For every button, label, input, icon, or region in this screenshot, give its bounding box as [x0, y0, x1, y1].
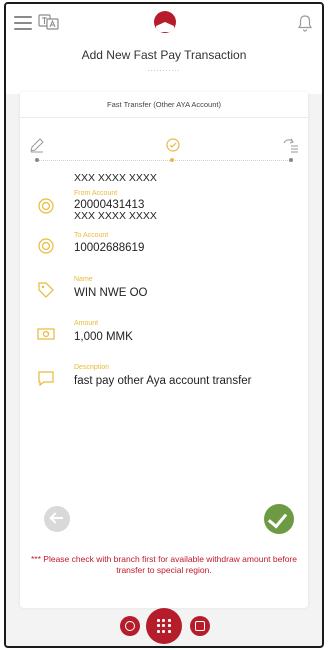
masked-account-top: XXX XXXX XXXX	[74, 172, 157, 184]
top-bar: Add New Fast Pay Transaction ...........	[6, 4, 322, 94]
masked-account-overlap: XXX XXXX XXXX	[74, 210, 157, 222]
step-dot-1	[35, 158, 39, 162]
aya-logo	[154, 11, 176, 33]
money-icon	[36, 324, 56, 344]
comment-icon	[36, 368, 56, 388]
language-icon[interactable]	[38, 13, 60, 31]
nav-left-icon	[125, 621, 135, 631]
from-account-label: From Account	[74, 190, 118, 197]
to-account-label: To Account	[74, 232, 109, 239]
nav-right-icon	[195, 621, 205, 631]
amount-value: 1,000 MMK	[74, 331, 133, 343]
send-list-icon	[282, 136, 300, 154]
menu-icon[interactable]	[14, 16, 32, 30]
check-icon[interactable]	[264, 504, 294, 534]
grid-icon	[157, 619, 171, 633]
name-label: Name	[74, 276, 93, 283]
title-underline-dots: ...........	[147, 66, 181, 73]
nav-main-menu-button[interactable]	[146, 608, 182, 644]
page-title: Add New Fast Pay Transaction	[81, 48, 247, 62]
step-dot-2	[170, 158, 174, 162]
warning-message: *** Please check with branch first for a…	[31, 554, 297, 575]
app-frame: Add New Fast Pay Transaction ...........…	[4, 2, 324, 648]
name-tag-icon	[36, 280, 56, 300]
description-label: Description	[74, 364, 110, 371]
amount-label: Amount	[74, 320, 99, 327]
to-account-icon	[36, 236, 56, 256]
bell-icon[interactable]	[297, 14, 313, 32]
nav-right-button[interactable]	[190, 616, 210, 636]
description-value: fast pay other Aya account transfer	[74, 375, 252, 387]
back-arrow-icon[interactable]	[44, 506, 70, 532]
from-account-icon	[36, 196, 56, 216]
transaction-card: Fast Transfer (Other AYA Account) XXX XX…	[20, 92, 308, 608]
pencil-icon	[28, 136, 46, 154]
transaction-type: Fast Transfer (Other AYA Account)	[20, 92, 308, 118]
step-indicator	[20, 136, 308, 166]
to-account-value: 10002688619	[74, 242, 145, 254]
step-dot-3	[289, 158, 293, 162]
name-value: WIN NWE OO	[74, 287, 148, 299]
nav-left-button[interactable]	[120, 616, 140, 636]
check-circle-icon	[164, 136, 182, 154]
step-line	[36, 160, 292, 161]
bottom-navigation	[6, 604, 322, 646]
